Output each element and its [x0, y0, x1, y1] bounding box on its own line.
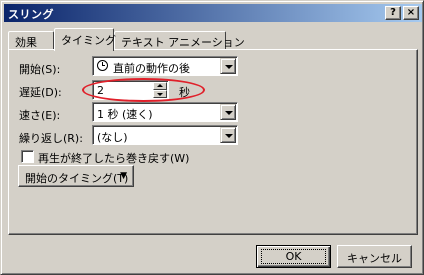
delay-spin-buttons[interactable]: [153, 82, 167, 98]
help-button[interactable]: ?: [385, 6, 401, 20]
speed-label: 速さ(E):: [19, 109, 61, 122]
ok-button[interactable]: OK: [256, 245, 331, 268]
start-label: 開始(S):: [19, 63, 61, 76]
delay-spinner[interactable]: 2: [92, 80, 169, 100]
window-title: スリング: [8, 8, 54, 21]
focus-rect: [261, 249, 326, 264]
title-bar[interactable]: スリング ? ×: [4, 4, 422, 22]
close-button[interactable]: ×: [403, 6, 419, 20]
cancel-button-label: キャンセル: [347, 252, 402, 265]
triggers-button[interactable]: 開始のタイミング(T) ▼: [18, 165, 134, 187]
tab-effect[interactable]: 効果: [8, 31, 54, 50]
rewind-checkbox[interactable]: [21, 150, 34, 163]
delay-value: 2: [97, 84, 104, 97]
chevron-down-icon[interactable]: [220, 127, 236, 143]
rewind-label[interactable]: 再生が終了したら巻き戻す(W): [38, 150, 189, 166]
speed-dropdown[interactable]: 1 秒 (速く): [92, 102, 238, 122]
repeat-value: (なし): [97, 131, 128, 144]
start-dropdown[interactable]: 直前の動作の後: [92, 56, 238, 76]
spin-up-icon[interactable]: [153, 82, 167, 90]
dialog-window: スリング ? × 効果 タイミング テキスト アニメーション 開始(S): 直前…: [0, 0, 424, 275]
speed-value: 1 秒 (速く): [97, 108, 153, 121]
start-value: 直前の動作の後: [113, 62, 190, 75]
chevron-down-icon[interactable]: [220, 104, 236, 120]
delay-label: 遅延(D):: [19, 86, 62, 99]
clock-icon: [97, 60, 108, 71]
tab-text-animation[interactable]: テキスト アニメーション: [114, 31, 245, 50]
delay-unit: 秒: [179, 86, 190, 99]
repeat-dropdown[interactable]: (なし): [92, 125, 238, 145]
repeat-label: 繰り返し(R):: [19, 132, 83, 145]
spin-down-icon[interactable]: [153, 90, 167, 98]
chevron-down-icon[interactable]: [220, 58, 236, 74]
tab-timing[interactable]: タイミング: [54, 28, 116, 51]
cancel-button[interactable]: キャンセル: [337, 245, 412, 268]
chevron-down-icon: ▼: [120, 171, 127, 181]
triggers-button-label: 開始のタイミング(T): [25, 172, 129, 185]
